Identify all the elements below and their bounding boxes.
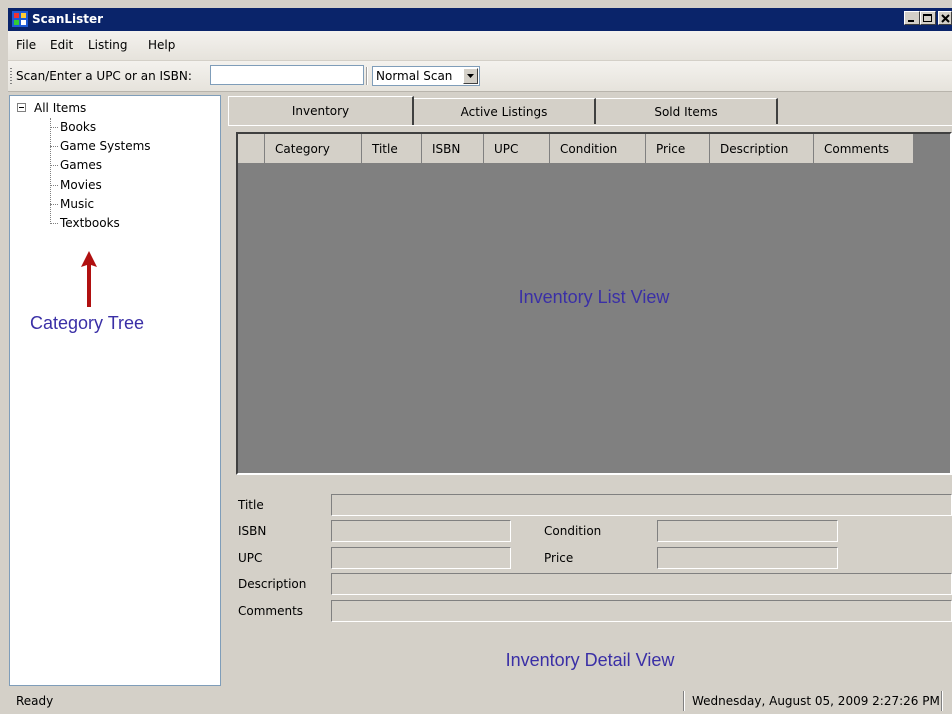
category-tree[interactable]: All Items Books Game Systems Games Movie… xyxy=(9,95,221,686)
chevron-down-icon xyxy=(467,74,474,78)
column-header-comments[interactable]: Comments xyxy=(814,134,914,164)
status-separator-end xyxy=(941,691,943,711)
status-bar: Ready Wednesday, August 05, 2009 2:27:26… xyxy=(0,688,952,714)
tree-root-label: All Items xyxy=(34,101,87,115)
menu-bar: File Edit Listing Help xyxy=(8,31,952,60)
inventory-list-annotation: Inventory List View xyxy=(518,287,670,307)
toolbar-grip[interactable] xyxy=(10,68,12,84)
column-header-price[interactable]: Price xyxy=(646,134,710,164)
detail-label-title: Title xyxy=(238,498,264,512)
detail-field-description[interactable] xyxy=(331,573,952,595)
scan-mode-value: Normal Scan xyxy=(376,69,453,83)
menu-file[interactable]: File xyxy=(16,38,36,52)
minimize-icon xyxy=(908,20,914,22)
detail-field-condition[interactable] xyxy=(657,520,838,542)
column-header-condition[interactable]: Condition xyxy=(550,134,646,164)
scan-mode-dropdown-button[interactable] xyxy=(463,68,478,84)
close-icon xyxy=(941,14,950,23)
detail-field-price[interactable] xyxy=(657,547,838,569)
menu-listing[interactable]: Listing xyxy=(88,38,128,52)
tab-strip: Inventory Active Listings Sold Items xyxy=(228,96,952,126)
inventory-detail-annotation: Inventory Detail View xyxy=(505,650,675,670)
scan-input[interactable] xyxy=(210,65,364,85)
maximize-icon xyxy=(923,14,932,22)
close-button[interactable] xyxy=(938,11,952,25)
app-icon xyxy=(12,11,28,27)
column-header-upc[interactable]: UPC xyxy=(484,134,550,164)
detail-label-condition: Condition xyxy=(544,524,602,538)
tree-connector xyxy=(50,118,51,224)
column-header-category[interactable]: Category xyxy=(265,134,362,164)
maximize-button[interactable] xyxy=(920,11,936,25)
window-title: ScanLister xyxy=(32,12,104,26)
status-ready-text: Ready xyxy=(16,694,54,708)
tab-active-listings[interactable]: Active Listings xyxy=(414,98,596,124)
column-header-description[interactable]: Description xyxy=(710,134,814,164)
detail-label-isbn: ISBN xyxy=(238,524,267,538)
column-header-title[interactable]: Title xyxy=(362,134,422,164)
inventory-list-view[interactable]: Category Title ISBN UPC Condition Price … xyxy=(236,132,952,475)
tab-baseline xyxy=(228,125,952,126)
status-datetime: Wednesday, August 05, 2009 2:27:26 PM xyxy=(692,694,940,708)
detail-label-comments: Comments xyxy=(238,604,304,618)
title-bar: ScanLister xyxy=(8,8,952,31)
toolbar-separator xyxy=(366,67,368,85)
detail-label-description: Description xyxy=(238,577,307,591)
tab-inventory[interactable]: Inventory xyxy=(228,96,414,126)
detail-field-isbn[interactable] xyxy=(331,520,511,542)
minimize-button[interactable] xyxy=(904,11,920,25)
menu-help[interactable]: Help xyxy=(148,38,175,52)
category-tree-annotation: Category Tree xyxy=(30,313,145,333)
detail-field-title[interactable] xyxy=(331,494,952,516)
status-separator xyxy=(683,691,685,711)
detail-label-upc: UPC xyxy=(238,551,263,565)
detail-label-price: Price xyxy=(544,551,574,565)
collapse-icon[interactable] xyxy=(17,103,26,112)
annotation-arrow-up-icon xyxy=(81,251,97,307)
row-selector-header[interactable] xyxy=(238,134,265,164)
scan-label: Scan/Enter a UPC or an ISBN: xyxy=(16,69,192,83)
menu-edit[interactable]: Edit xyxy=(50,38,73,52)
detail-field-upc[interactable] xyxy=(331,547,511,569)
tab-sold-items[interactable]: Sold Items xyxy=(596,98,778,124)
toolbar: Scan/Enter a UPC or an ISBN: Normal Scan xyxy=(8,61,952,92)
scan-mode-select[interactable]: Normal Scan xyxy=(372,66,480,86)
column-header-isbn[interactable]: ISBN xyxy=(422,134,484,164)
detail-field-comments[interactable] xyxy=(331,600,952,622)
